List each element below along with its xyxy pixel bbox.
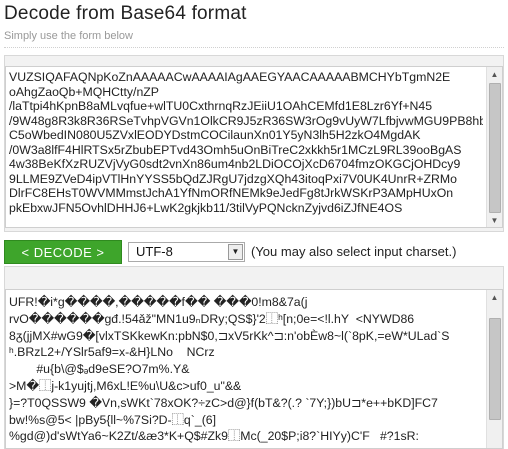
input-line: /0W3a8lfF4HlRTSx5rZbubEPTvd43Omh5uOnBiTr…: [9, 142, 462, 157]
chevron-down-icon[interactable]: ▼: [228, 244, 243, 260]
output-line: }=?T0QSSW9 �Vn,sWKt`78xOK?÷zC>d@}f(bT&?(…: [9, 395, 438, 410]
scroll-thumb[interactable]: [489, 318, 501, 420]
input-line: 9LLME9ZVeD4ipVTlHnYYSS5bQdZJRgU7jdzgXQh4…: [9, 171, 458, 186]
charset-hint: (You may also select input charset.): [251, 244, 457, 259]
input-line: pkEbxwJFN5OvhlDHHJ6+LwK2gkjkb11/3tilVyPQ…: [9, 200, 403, 215]
charset-selected-value: UTF-8: [136, 244, 173, 259]
output-line: UFR!�i*g����,�����f�� ���0!m8&7a(j: [9, 295, 308, 309]
page-title: Decode from Base64 format: [4, 3, 247, 24]
decode-button[interactable]: < DECODE >: [4, 240, 122, 264]
scroll-down-arrow-icon[interactable]: ▼: [487, 213, 502, 227]
input-scrollbar[interactable]: ▲ ▼: [486, 67, 502, 227]
output-line: bw!%s@5< |pBy5{ll~%7Si?D-⿰q`_(6]: [9, 412, 217, 427]
output-panel: UFR!�i*g����,�����f�� ���0!m8&7a(j rvO���…: [4, 266, 504, 449]
output-line: >M�⿰j-k1yujtj,M6xL!E%u\U&c>uf0_u"&&: [9, 378, 242, 393]
output-line: ʰ.BRzL2+/YSlr5af9=x-&H}LNo NCrz: [9, 345, 215, 360]
base64-input-textarea[interactable]: VUZSIQAFAQNpKoZnAAAAACwAAAAIAgAAEGYAACAA…: [5, 66, 503, 228]
output-scrollbar[interactable]: ▲: [486, 290, 502, 448]
header-divider: [4, 47, 504, 48]
page-subtitle: Simply use the form below: [4, 30, 133, 42]
decoded-output-text: UFR!�i*g����,�����f�� ���0!m8&7a(j rvO���…: [9, 294, 483, 445]
input-line: /laTtpi4hKpnB8aMLvqfue+wlTU0CxthrnqRzJEi…: [9, 99, 433, 113]
input-line: VUZSIQAFAQNpKoZnAAAAACwAAAAIAgAAEGYAACAA…: [9, 70, 451, 84]
input-line: DlrFC8EHsT0WVMMmstJchA1YfNmORfNEMk9eJedF…: [9, 186, 454, 200]
decoded-output-textarea[interactable]: UFR!�i*g����,�����f�� ���0!m8&7a(j rvO���…: [5, 289, 503, 449]
scroll-up-arrow-icon[interactable]: ▲: [487, 67, 502, 81]
input-line: /9W48g8R3k8R36RSeTvhpVGVn1OlkCR9J5zR36SW…: [9, 113, 483, 128]
input-line: oAhgZaoQb+MQHCtty/nZP: [9, 84, 160, 99]
output-line: 8ᵹ(jjMX#wG9�[vlxTSKkewKn:pbN$0,⊐xV5rKk^⊐…: [9, 328, 450, 343]
output-line: rvO������gđ.!54ǎž"MN1u9ₙDRy;QS$}'2⿰ʰ[n;0…: [9, 311, 415, 326]
input-line: 4w38BeKfXzRUZVjVyG0sdt2vnXn86um4nb2LDiOC…: [9, 157, 461, 171]
input-panel: VUZSIQAFAQNpKoZnAAAAACwAAAAIAgAAEGYAACAA…: [4, 55, 504, 232]
output-line: #u{b\@$ₔd9eSE?O7m%.Y&: [9, 362, 190, 377]
base64-input-text: VUZSIQAFAQNpKoZnAAAAACwAAAAIAgAAEGYAACAA…: [9, 70, 483, 215]
input-line: C5oWbedIN080U5ZVxlEODYDstmCOCilaunXn01Y5…: [9, 128, 421, 142]
scroll-thumb[interactable]: [489, 83, 501, 213]
scroll-up-arrow-icon[interactable]: ▲: [487, 290, 502, 304]
output-line: %gd@)d'sWtYa6~K2Zt/&æ3*K+Q$#Zk9⿰Mc(_20$P…: [9, 429, 419, 444]
charset-select[interactable]: UTF-8 ▼: [128, 242, 245, 262]
